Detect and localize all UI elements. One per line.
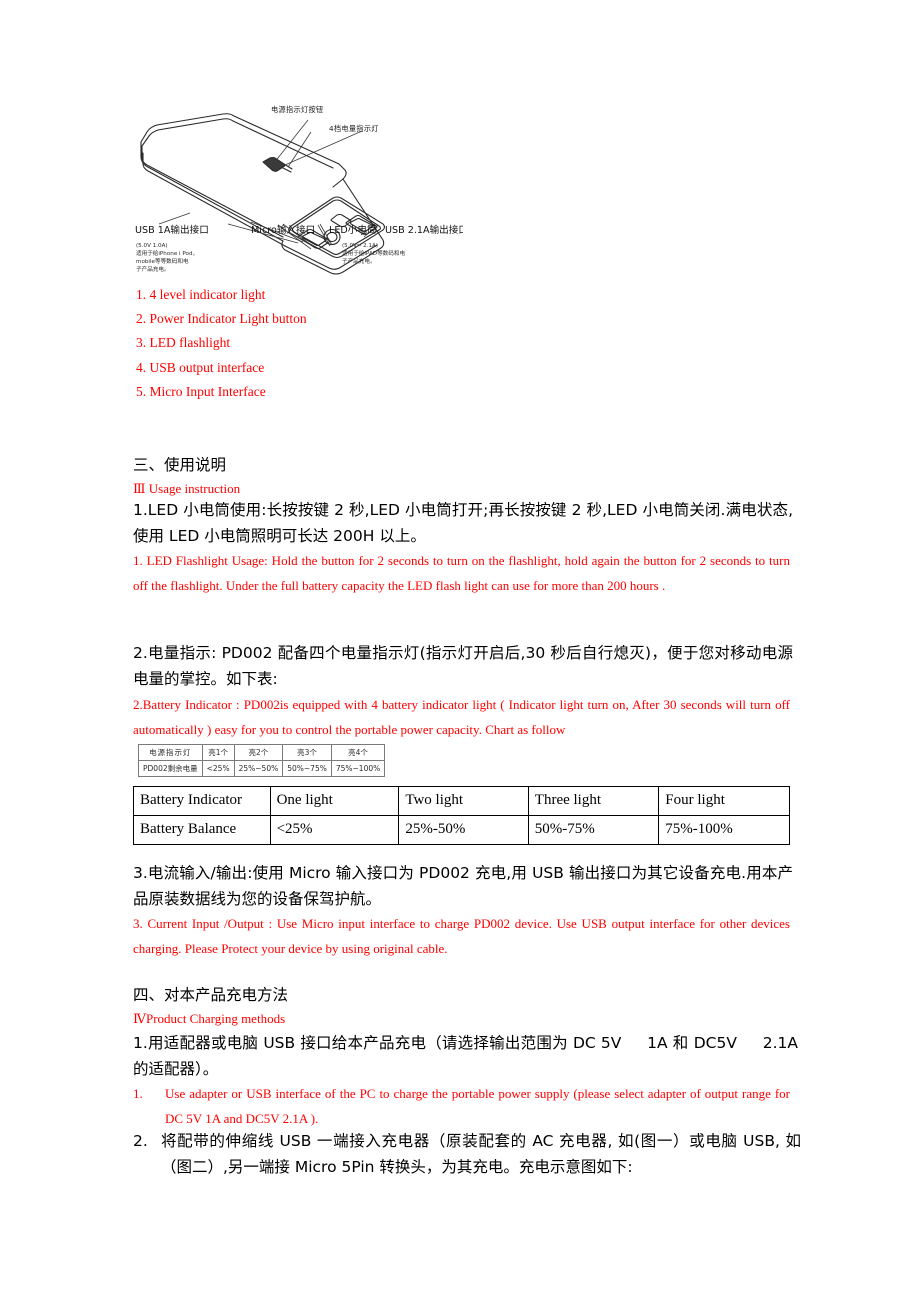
battery-balance-table: Battery Indicator One light Two light Th… xyxy=(133,786,790,845)
mini-cell-r1c3: 50%~75% xyxy=(282,760,332,777)
battery-indicator-mini-table: 电源指示灯 亮1个 亮2个 亮3个 亮4个 PD002剩余电量 <25% 25%… xyxy=(138,744,386,777)
table-row: PD002剩余电量 <25% 25%~50% 50%~75% 75%~100% xyxy=(138,760,386,777)
part-list-item-3: 3. LED flashlight xyxy=(136,335,231,351)
charging-item1-en-text: Use adapter or USB interface of the PC t… xyxy=(165,1086,790,1126)
usage-item2-en: 2.Battery Indicator : PD002is equipped w… xyxy=(133,697,790,737)
charging-item2-cn-row: 2. 将配带的伸缩线 USB 一端接入充电器（原装配套的 AC 充电器, 如(图… xyxy=(133,1128,803,1180)
part-list-item-2: 2. Power Indicator Light button xyxy=(136,311,307,327)
diagram-callout-level-lights: 4档电量指示灯 xyxy=(329,124,379,133)
charging-heading-cn: 四、对本产品充电方法 xyxy=(133,986,289,1004)
mini-cell-r0c2: 亮2个 xyxy=(233,744,284,761)
battery-cell-r0c2: Two light xyxy=(398,786,529,816)
charging-item2-number: 2. xyxy=(133,1132,148,1150)
usage-item1-en: 1. LED Flashlight Usage: Hold the button… xyxy=(133,553,790,593)
table-row: 电源指示灯 亮1个 亮2个 亮3个 亮4个 xyxy=(138,744,386,761)
diagram-spec-left-line4: 子产品充电。 xyxy=(136,265,170,273)
battery-cell-r1c0: Battery Balance xyxy=(133,815,271,845)
part-list-item-5: 5. Micro Input Interface xyxy=(136,383,266,399)
diagram-callout-power-button: 电源指示灯按钮 xyxy=(271,105,323,114)
charging-item1-en-row: 1. Use adapter or USB interface of the P… xyxy=(133,1081,793,1131)
table-row: Battery Balance <25% 25%-50% 50%-75% 75%… xyxy=(133,815,790,845)
diagram-spec-right-line3: 子产品充电。 xyxy=(342,257,376,265)
table-row: Battery Indicator One light Two light Th… xyxy=(133,786,790,816)
battery-cell-r1c4: 75%-100% xyxy=(658,815,790,845)
product-diagram: 电源指示灯按钮 4档电量指示灯 USB 1A输出接口 Micro输入接口 LED… xyxy=(133,100,463,282)
battery-cell-r1c1: <25% xyxy=(269,815,400,845)
mini-cell-r0c4: 亮4个 xyxy=(330,744,386,761)
diagram-spec-left-line1: (5.0V 1.0A) xyxy=(136,243,168,249)
battery-cell-r0c1: One light xyxy=(269,786,400,816)
charging-heading-en: ⅣProduct Charging methods xyxy=(133,1011,286,1026)
usage-item2-cn: 2.电量指示: PD002 配备四个电量指示灯(指示灯开启后,30 秒后自行熄灭… xyxy=(133,644,793,688)
diagram-spec-left-line3: mobile等等数码和电 xyxy=(136,257,189,265)
mini-cell-r0c3: 亮3个 xyxy=(282,744,332,761)
diagram-spec-right-line1: (5.0V⎓ 2.1A) xyxy=(342,243,378,249)
battery-cell-r0c4: Four light xyxy=(658,786,790,816)
usage-item1-cn: 1.LED 小电筒使用:长按按键 2 秒,LED 小电筒打开;再长按按键 2 秒… xyxy=(133,501,793,545)
diagram-spec-right-line2: 适用于给iPAD等数码和电 xyxy=(342,249,405,257)
mini-cell-r0c0: 电源指示灯 xyxy=(138,744,203,761)
mini-cell-r1c0: PD002剩余电量 xyxy=(138,760,203,777)
part-list-item-1: 1. 4 level indicator light xyxy=(136,287,266,302)
diagram-label-usb-1a: USB 1A输出接口 xyxy=(135,224,209,236)
battery-cell-r0c3: Three light xyxy=(527,786,660,816)
battery-cell-r0c0: Battery Indicator xyxy=(133,786,271,816)
charging-item1-en-number: 1. xyxy=(133,1086,143,1101)
part-list: 1. 4 level indicator light 2. Power Indi… xyxy=(136,283,536,404)
usage-heading-cn: 三、使用说明 xyxy=(133,456,227,474)
mini-cell-r1c4: 75%~100% xyxy=(330,760,386,777)
part-list-item-4: 4. USB output interface xyxy=(136,359,265,375)
mini-cell-r1c2: 25%~50% xyxy=(233,760,284,777)
diagram-spec-left-line2: 适用于给iPhone i Pod， xyxy=(136,249,198,257)
usage-item3-cn: 3.电流输入/输出:使用 Micro 输入接口为 PD002 充电,用 USB … xyxy=(133,864,793,908)
mini-cell-r0c1: 亮1个 xyxy=(201,744,235,761)
charging-item2-text: 将配带的伸缩线 USB 一端接入充电器（原装配套的 AC 充电器, 如(图一）或… xyxy=(161,1132,801,1176)
diagram-label-led-flashlight: LED小电筒 xyxy=(329,224,377,236)
mini-cell-r1c1: <25% xyxy=(201,760,235,777)
usage-item3-en: 3. Current Input /Output : Use Micro inp… xyxy=(133,916,790,956)
document-page: 电源指示灯按钮 4档电量指示灯 USB 1A输出接口 Micro输入接口 LED… xyxy=(0,0,920,1302)
diagram-label-usb-21a: USB 2.1A输出接口 xyxy=(385,224,463,236)
charging-item1-cn: 1.用适配器或电脑 USB 接口给本产品充电（请选择输出范围为 DC 5V 1A… xyxy=(133,1034,803,1078)
diagram-label-micro-input: Micro输入接口 xyxy=(251,224,315,236)
battery-cell-r1c3: 50%-75% xyxy=(527,815,660,845)
battery-cell-r1c2: 25%-50% xyxy=(398,815,529,845)
